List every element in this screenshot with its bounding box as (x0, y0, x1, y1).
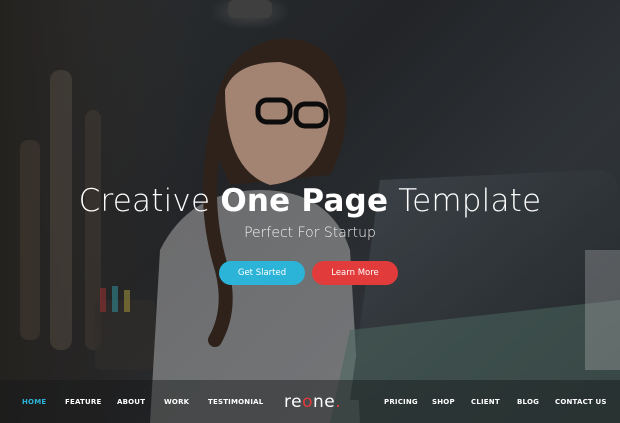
get-started-button[interactable]: Get Slarted (219, 261, 305, 285)
nav-item-testimonial[interactable]: TESTIMONIAL (208, 398, 263, 406)
headline-light-end: Template (398, 183, 542, 219)
nav-item-feature[interactable]: FEATURE (65, 398, 101, 406)
nav-item-shop[interactable]: SHOP (432, 398, 455, 406)
nav-item-client[interactable]: CLIENT (471, 398, 500, 406)
logo-accent: o (302, 392, 313, 412)
hero-subheadline: Perfect For Startup (244, 225, 376, 241)
logo-dot: . (335, 392, 342, 412)
bottom-navigation: HOME FEATURE ABOUT WORK TESTIMONIAL reon… (0, 392, 620, 414)
nav-item-contact-us[interactable]: CONTACT US (555, 398, 607, 406)
nav-item-about[interactable]: ABOUT (117, 398, 145, 406)
logo-text-2: ne (312, 392, 336, 412)
headline-bold: One Page (220, 183, 389, 219)
logo-text-1: re (284, 392, 303, 412)
headline-light-start: Creative (78, 183, 211, 219)
nav-item-pricing[interactable]: PRICING (384, 398, 418, 406)
hero-headline: Creative One Page Template (0, 183, 620, 219)
nav-item-work[interactable]: WORK (164, 398, 189, 406)
learn-more-button[interactable]: Learn More (312, 261, 398, 285)
logo[interactable]: reone. (284, 392, 341, 412)
nav-item-home[interactable]: HOME (22, 398, 46, 406)
nav-item-blog[interactable]: BLOG (517, 398, 539, 406)
